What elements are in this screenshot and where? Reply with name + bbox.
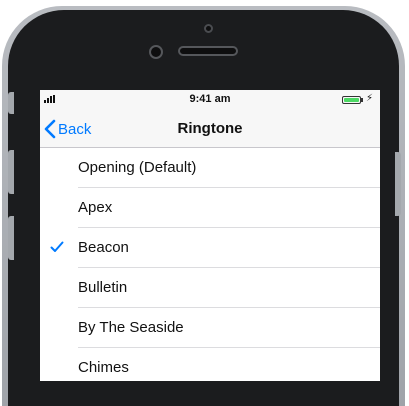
- proximity-sensor: [204, 24, 213, 33]
- ringtone-label: By The Seaside: [78, 319, 184, 336]
- power-button: [395, 152, 401, 216]
- ringtone-label: Bulletin: [78, 279, 128, 296]
- earpiece-speaker: [178, 46, 238, 56]
- ringtone-row-chimes[interactable]: Chimes: [40, 348, 380, 381]
- ringtone-row-apex[interactable]: Apex: [40, 188, 380, 228]
- mute-switch: [8, 92, 14, 114]
- status-time: 9:41 am: [189, 93, 231, 105]
- ringtone-row-by-the-seaside[interactable]: By The Seaside: [40, 308, 380, 348]
- checkmark-icon: [50, 241, 64, 252]
- ringtone-label: Opening (Default): [78, 159, 197, 176]
- battery-cap: [361, 98, 363, 102]
- ringtone-list: Opening (Default) Apex Beacon Bulletin B…: [40, 148, 380, 381]
- volume-up-button: [8, 150, 14, 194]
- phone-screen: 9:41 am ⚡ Back Ringtone Opening (Default…: [40, 90, 380, 381]
- ringtone-label: Beacon: [78, 239, 129, 256]
- battery-icon: [342, 96, 361, 104]
- charging-bolt-icon: ⚡: [366, 93, 374, 104]
- ringtone-row-opening[interactable]: Opening (Default): [40, 148, 380, 188]
- battery-level: [344, 98, 359, 102]
- volume-down-button: [8, 216, 14, 260]
- ringtone-label: Apex: [78, 199, 113, 216]
- page-title: Ringtone: [177, 120, 243, 137]
- navigation-bar: Back Ringtone: [40, 110, 380, 148]
- status-bar: 9:41 am ⚡: [40, 90, 380, 110]
- ringtone-label: Chimes: [78, 359, 129, 376]
- ringtone-row-bulletin[interactable]: Bulletin: [40, 268, 380, 308]
- ringtone-row-beacon[interactable]: Beacon: [40, 228, 380, 268]
- front-camera: [149, 45, 163, 59]
